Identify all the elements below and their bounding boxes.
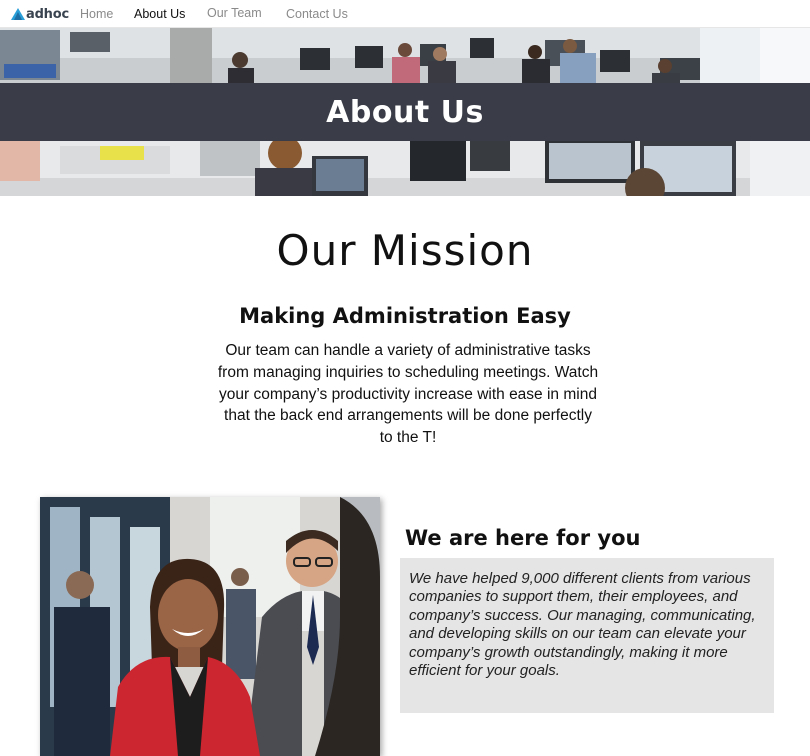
nav-link-contact-us[interactable]: Contact Us [286, 7, 348, 21]
logo[interactable]: adhoc [11, 5, 69, 23]
hero-title: About Us [326, 94, 484, 130]
support-text-box: We have helped 9,000 different clients f… [400, 558, 774, 713]
mission-subtitle: Making Administration Easy [239, 304, 571, 328]
mission-title: Our Mission [276, 226, 534, 275]
logo-text: adhoc [26, 6, 69, 22]
support-description: We have helped 9,000 different clients f… [409, 570, 756, 680]
top-navbar: adhoc Home About Us Our Team Contact Us [0, 0, 810, 28]
nav-link-home[interactable]: Home [80, 7, 113, 21]
business-people-image [40, 497, 380, 756]
nav-link-about-us[interactable]: About Us [134, 7, 185, 21]
nav-link-our-team[interactable]: Our Team [207, 6, 262, 20]
hero-banner: About Us [0, 28, 810, 196]
team-photo [40, 497, 380, 756]
hero-title-band: About Us [0, 83, 810, 141]
logo-triangle-icon [11, 8, 25, 20]
mission-description: Our team can handle a variety of adminis… [217, 342, 599, 447]
support-title: We are here for you [405, 526, 641, 550]
